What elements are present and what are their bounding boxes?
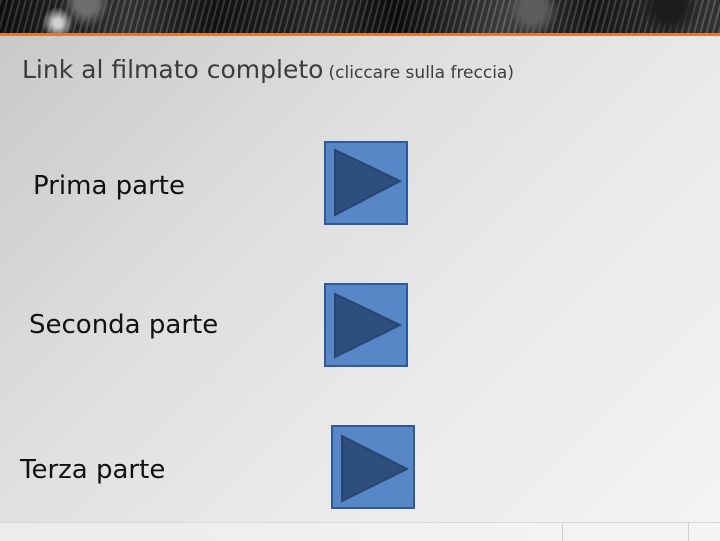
slide-title-main: Link al filmato completo (22, 55, 324, 84)
slide-title-note: (cliccare sulla freccia) (328, 63, 514, 83)
play-button-terza[interactable] (331, 425, 415, 509)
part-label-prima: Prima parte (33, 171, 185, 201)
play-button-seconda[interactable] (324, 283, 408, 367)
header-banner-image (0, 0, 720, 33)
part-label-seconda: Seconda parte (29, 310, 219, 340)
play-arrow-icon (334, 148, 403, 217)
play-arrow-icon (341, 434, 410, 503)
part-label-terza: Terza parte (20, 455, 166, 485)
footer-strip (0, 522, 720, 541)
play-arrow-icon (334, 292, 403, 359)
play-button-prima[interactable] (324, 141, 408, 225)
slide-title: Link al filmato completo (cliccare sulla… (22, 55, 514, 84)
footer-divider (688, 523, 689, 541)
footer-divider (562, 523, 563, 541)
